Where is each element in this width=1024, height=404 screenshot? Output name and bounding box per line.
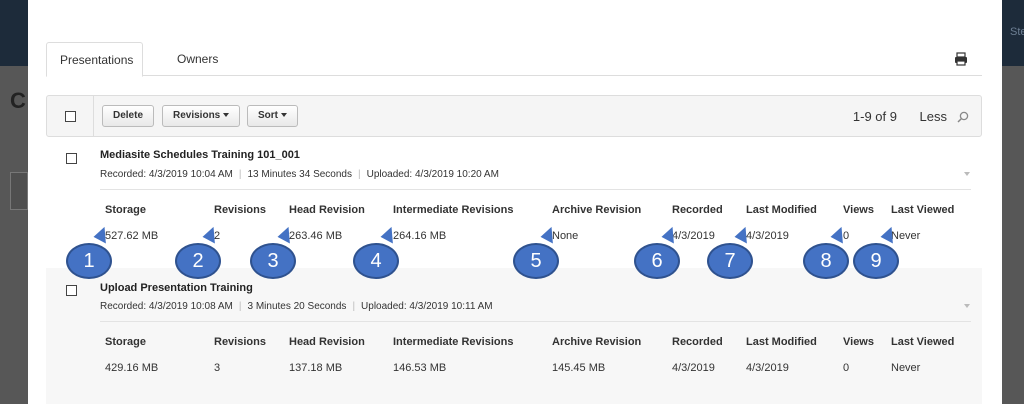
search-icon[interactable]	[957, 111, 969, 123]
row-divider	[100, 321, 971, 322]
value-last-viewed: Never	[891, 362, 921, 374]
meta-separator: |	[358, 169, 361, 180]
value-intermediate-revisions: 146.53 MB	[393, 362, 447, 374]
uploaded-date: Uploaded: 4/3/2019 10:20 AM	[366, 169, 499, 180]
row-divider	[100, 189, 971, 190]
sort-button[interactable]: Sort	[247, 105, 298, 127]
value-storage: 527.62 MB	[105, 230, 159, 242]
revisions-button-label: Revisions	[173, 110, 221, 121]
chevron-down-icon	[281, 113, 287, 118]
duration: 3 Minutes 20 Seconds	[247, 301, 347, 312]
presentation-row: Upload Presentation Training Recorded: 4…	[46, 268, 982, 404]
header-archive-revision: Archive Revision	[552, 204, 642, 216]
header-recorded: Recorded	[672, 336, 723, 348]
uploaded-date: Uploaded: 4/3/2019 10:11 AM	[361, 301, 493, 312]
sort-button-label: Sort	[258, 110, 278, 121]
value-last-modified: 4/3/2019	[746, 362, 789, 374]
callout-6: 6	[634, 243, 680, 279]
revisions-button[interactable]: Revisions	[162, 105, 241, 127]
value-recorded: 4/3/2019	[672, 362, 715, 374]
meta-separator: |	[238, 169, 242, 180]
header-head-revision: Head Revision	[289, 204, 365, 216]
callout-4: 4	[353, 243, 399, 279]
meta-separator: |	[352, 301, 356, 312]
tab-owners[interactable]: Owners	[164, 42, 231, 77]
presentation-meta: Recorded: 4/3/2019 10:04 AM | 13 Minutes 3…	[100, 169, 499, 180]
callout-9: 9	[853, 243, 899, 279]
presentation-meta: Recorded: 4/3/2019 10:08 AM | 3 Minutes 20…	[100, 301, 493, 312]
background-user-text: Ste	[1010, 26, 1024, 38]
value-archive-revision: 145.45 MB	[552, 362, 606, 374]
value-views: 0	[843, 362, 850, 374]
header-intermediate-revisions: Intermediate Revisions	[393, 336, 514, 348]
background-panel	[10, 172, 28, 210]
callout-8: 8	[803, 243, 849, 279]
tab-presentations[interactable]: Presentations	[46, 42, 143, 77]
expand-caret-icon[interactable]	[964, 172, 970, 176]
recorded-date: Recorded: 4/3/2019 10:08 AM	[100, 301, 233, 312]
select-all-cell	[47, 96, 94, 136]
header-storage: Storage	[105, 336, 146, 348]
presentations-dialog: Presentations Owners Delete Revisions So…	[28, 0, 1002, 404]
row-checkbox[interactable]	[66, 153, 77, 164]
chevron-down-icon	[223, 113, 230, 118]
header-last-modified: Last Modified	[746, 336, 817, 348]
value-head-revision: 137.18 MB	[289, 362, 343, 374]
tab-bar: Presentations Owners	[46, 42, 982, 77]
value-storage: 429.16 MB	[105, 362, 159, 374]
callout-3: 3	[250, 243, 296, 279]
header-archive-revision: Archive Revision	[552, 336, 642, 348]
header-head-revision: Head Revision	[289, 336, 365, 348]
print-icon[interactable]	[954, 52, 968, 66]
duration: 13 Minutes 34 Seconds	[247, 169, 352, 180]
header-revisions: Revisions	[214, 204, 266, 216]
header-views: Views	[843, 336, 874, 348]
presentation-title[interactable]: Mediasite Schedules Training 101_001	[100, 149, 300, 161]
header-recorded: Recorded	[672, 204, 723, 216]
value-head-revision: 263.46 MB	[289, 230, 343, 242]
expand-caret-icon[interactable]	[964, 304, 970, 308]
header-revisions: Revisions	[214, 336, 266, 348]
value-revisions: 3	[214, 362, 221, 374]
header-last-viewed: Last Viewed	[891, 336, 955, 348]
value-intermediate-revisions: 264.16 MB	[393, 230, 447, 242]
delete-button[interactable]: Delete	[102, 105, 155, 127]
row-checkbox[interactable]	[66, 285, 77, 296]
meta-separator: |	[238, 301, 242, 312]
less-link[interactable]: Less	[920, 109, 947, 124]
background-page-title: C	[10, 88, 26, 113]
recorded-date: Recorded: 4/3/2019 10:04 AM	[100, 169, 233, 180]
callout-1: 1	[66, 243, 112, 279]
header-intermediate-revisions: Intermediate Revisions	[393, 204, 514, 216]
select-all-checkbox[interactable]	[65, 111, 76, 122]
pager-text: 1-9 of 9	[852, 109, 897, 124]
toolbar: Delete Revisions Sort 1-9 of 9 Less	[46, 95, 982, 137]
header-views: Views	[843, 204, 874, 216]
callout-5: 5	[513, 243, 559, 279]
presentation-title[interactable]: Upload Presentation Training	[100, 282, 253, 294]
header-last-viewed: Last Viewed	[891, 204, 955, 216]
header-last-modified: Last Modified	[746, 204, 817, 216]
callout-2: 2	[175, 243, 221, 279]
callout-7: 7	[707, 243, 753, 279]
header-storage: Storage	[105, 204, 146, 216]
delete-button-label: Delete	[113, 110, 144, 121]
